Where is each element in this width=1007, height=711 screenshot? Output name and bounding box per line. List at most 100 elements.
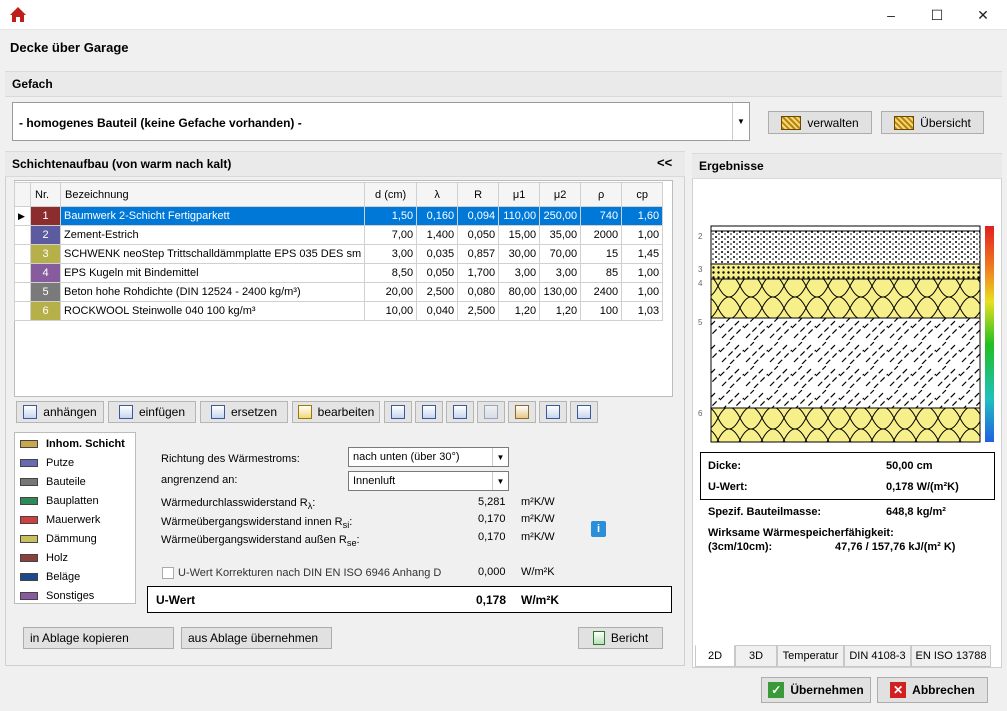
layer-number-label: 3 — [698, 265, 703, 274]
info-icon[interactable]: i — [591, 521, 606, 537]
reverse-order-button[interactable] — [446, 401, 474, 423]
layer-name-cell[interactable]: Baumwerk 2-Schicht Fertigparkett — [59, 206, 366, 226]
layer-name-cell[interactable]: EPS Kugeln mit Bindemittel — [59, 263, 366, 283]
anhaengen-button[interactable]: anhängen — [16, 401, 104, 423]
dicke-label: Dicke: — [708, 460, 742, 472]
layer-mu1-cell[interactable]: 15,00 — [498, 225, 541, 245]
layer-rho-cell[interactable]: 100 — [580, 301, 623, 321]
layer-cp-cell[interactable]: 1,03 — [621, 301, 664, 321]
gefach-select[interactable]: - homogenes Bauteil (keine Gefache vorha… — [12, 102, 750, 141]
layer-cp-cell[interactable]: 1,60 — [621, 206, 664, 226]
move-up-icon — [391, 405, 405, 419]
layer-rho-cell[interactable]: 15 — [580, 244, 623, 264]
maximize-button[interactable]: ☐ — [914, 0, 960, 30]
collapse-button[interactable]: << — [657, 155, 672, 170]
minimize-button[interactable]: – — [868, 0, 914, 30]
row-indicator — [14, 301, 31, 321]
layer-mu1-cell[interactable]: 3,00 — [498, 263, 541, 283]
export-layer-button[interactable] — [539, 401, 567, 423]
layer-lambda-cell[interactable]: 0,040 — [416, 301, 459, 321]
layer-mu2-cell[interactable]: 70,00 — [539, 244, 582, 264]
layer-cp-cell[interactable]: 1,45 — [621, 244, 664, 264]
import-layer-button[interactable] — [570, 401, 598, 423]
layer-cp-cell[interactable]: 1,00 — [621, 225, 664, 245]
layer-lambda-cell[interactable]: 0,160 — [416, 206, 459, 226]
layer-r-cell[interactable]: 1,700 — [457, 263, 500, 283]
layer-mu1-cell[interactable]: 30,00 — [498, 244, 541, 264]
korrektur-checkbox[interactable] — [162, 567, 174, 579]
layer-d-cell[interactable]: 1,50 — [364, 206, 418, 226]
layer-cp-cell[interactable]: 1,00 — [621, 263, 664, 283]
layer-rho-cell[interactable]: 2000 — [580, 225, 623, 245]
paste-layer-button[interactable] — [508, 401, 536, 423]
richtung-select[interactable]: nach unten (über 30°) ▼ — [348, 447, 509, 467]
layer-row[interactable]: ▶ 1 Baumwerk 2-Schicht Fertigparkett 1,50 0,… — [14, 206, 664, 226]
close-button[interactable]: ✕ — [960, 0, 1006, 30]
layer-mu1-cell[interactable]: 80,00 — [498, 282, 541, 302]
layer-d-cell[interactable]: 7,00 — [364, 225, 418, 245]
tab-2d[interactable]: 2D — [695, 645, 735, 667]
layer-lambda-cell[interactable]: 0,035 — [416, 244, 459, 264]
chevron-down-icon[interactable]: ▼ — [732, 103, 749, 140]
tab-din-4108-3[interactable]: DIN 4108-3 — [844, 645, 911, 667]
layer-name-cell[interactable]: ROCKWOOL Steinwolle 040 100 kg/m³ — [59, 301, 366, 321]
verwalten-button[interactable]: verwalten — [768, 111, 872, 134]
layer-lambda-cell[interactable]: 1,400 — [416, 225, 459, 245]
bericht-button[interactable]: Bericht — [578, 627, 663, 649]
layer-lambda-cell[interactable]: 2,500 — [416, 282, 459, 302]
cancel-label: Abbrechen — [912, 683, 975, 697]
chevron-down-icon[interactable]: ▼ — [492, 448, 508, 466]
tab-temperatur[interactable]: Temperatur — [777, 645, 844, 667]
layer-row[interactable]: 2 Zement-Estrich 7,00 1,400 0,050 15,00 35,00 2… — [14, 225, 664, 245]
layer-d-cell[interactable]: 20,00 — [364, 282, 418, 302]
cancel-button[interactable]: ✕ Abbrechen — [877, 677, 988, 703]
layer-cp-cell[interactable]: 1,00 — [621, 282, 664, 302]
home-app-icon — [10, 7, 26, 22]
chevron-down-icon[interactable]: ▼ — [492, 472, 508, 490]
uebersicht-button[interactable]: Übersicht — [881, 111, 984, 134]
layer-rho-cell[interactable]: 85 — [580, 263, 623, 283]
layer-mu2-cell[interactable]: 1,20 — [539, 301, 582, 321]
angrenzend-select[interactable]: Innenluft ▼ — [348, 471, 509, 491]
layer-mu2-cell[interactable]: 250,00 — [539, 206, 582, 226]
layer-r-cell[interactable]: 0,857 — [457, 244, 500, 264]
layer-mu2-cell[interactable]: 35,00 — [539, 225, 582, 245]
layer-row[interactable]: 4 EPS Kugeln mit Bindemittel 8,50 0,050 1,70… — [14, 263, 664, 283]
layer-name-cell[interactable]: SCHWENK neoStep Trittschalldämmplatte EP… — [59, 244, 366, 264]
ersetzen-label: ersetzen — [230, 405, 278, 419]
layer-r-cell[interactable]: 2,500 — [457, 301, 500, 321]
copy-layer-button[interactable] — [477, 401, 505, 423]
einfuegen-button[interactable]: einfügen — [108, 401, 196, 423]
layer-name-cell[interactable]: Zement-Estrich — [59, 225, 366, 245]
korrektur-label: U-Wert Korrekturen nach DIN EN ISO 6946 … — [178, 567, 442, 579]
layer-mu1-cell[interactable]: 110,00 — [498, 206, 541, 226]
layer-row[interactable]: 5 Beton hohe Rohdichte (DIN 12524 - 2400 … — [14, 282, 664, 302]
move-down-button[interactable] — [415, 401, 443, 423]
layer-mu1-cell[interactable]: 1,20 — [498, 301, 541, 321]
kopieren-button[interactable]: in Ablage kopieren — [23, 627, 174, 649]
tab-3d[interactable]: 3D — [735, 645, 777, 667]
layer-row[interactable]: 3 SCHWENK neoStep Trittschalldämmplatte E… — [14, 244, 664, 264]
tab-en-iso-13788[interactable]: EN ISO 13788 — [911, 645, 991, 667]
layer-r-cell[interactable]: 0,094 — [457, 206, 500, 226]
layer-rho-cell[interactable]: 2400 — [580, 282, 623, 302]
layer-d-cell[interactable]: 3,00 — [364, 244, 418, 264]
temperature-scale — [985, 226, 994, 442]
layer-row[interactable]: 6 ROCKWOOL Steinwolle 040 100 kg/m³ 10,00 0… — [14, 301, 664, 321]
ersetzen-button[interactable]: ersetzen — [200, 401, 288, 423]
layer-r-cell[interactable]: 0,050 — [457, 225, 500, 245]
ok-button[interactable]: ✓ Übernehmen — [761, 677, 871, 703]
layer-r-cell[interactable]: 0,080 — [457, 282, 500, 302]
move-up-button[interactable] — [384, 401, 412, 423]
layer-nr-cell: 3 — [30, 244, 61, 264]
uebernehmen-ablage-button[interactable]: aus Ablage übernehmen — [181, 627, 332, 649]
layer-d-cell[interactable]: 8,50 — [364, 263, 418, 283]
layer-name-cell[interactable]: Beton hohe Rohdichte (DIN 12524 - 2400 k… — [59, 282, 366, 302]
layer-lambda-cell[interactable]: 0,050 — [416, 263, 459, 283]
layer-rho-cell[interactable]: 740 — [580, 206, 623, 226]
layer-d-cell[interactable]: 10,00 — [364, 301, 418, 321]
layer-mu2-cell[interactable]: 130,00 — [539, 282, 582, 302]
layer-mu2-cell[interactable]: 3,00 — [539, 263, 582, 283]
append-layer-icon — [23, 405, 38, 419]
bearbeiten-button[interactable]: bearbeiten — [292, 401, 380, 423]
